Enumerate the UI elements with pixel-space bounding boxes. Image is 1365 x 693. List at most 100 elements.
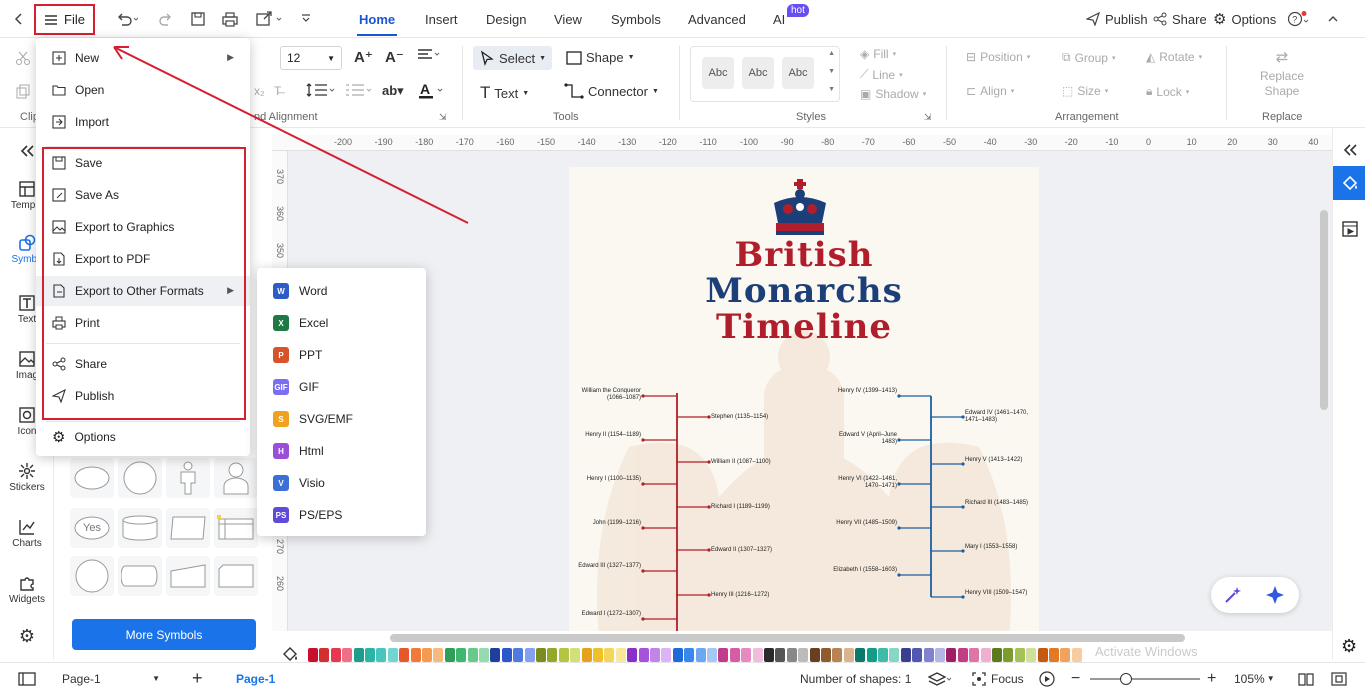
styles-dialog-launcher-icon[interactable]: ⇲ xyxy=(924,112,932,123)
color-swatch[interactable] xyxy=(718,648,729,662)
color-swatch[interactable] xyxy=(866,648,877,662)
color-swatch[interactable] xyxy=(1003,648,1014,662)
color-swatch[interactable] xyxy=(809,648,820,662)
scroll-down-icon[interactable]: ▼ xyxy=(828,68,835,75)
export-format-svg-emf[interactable]: S SVG/EMF xyxy=(257,404,426,434)
more-symbols-button[interactable]: More Symbols xyxy=(72,619,256,650)
color-swatch[interactable] xyxy=(444,648,455,662)
more-dropdown-icon[interactable] xyxy=(300,0,312,38)
share-button[interactable]: Share xyxy=(1153,0,1207,38)
color-swatch[interactable] xyxy=(1049,648,1059,662)
text-style-icon[interactable]: T̶ xyxy=(274,84,281,98)
book-view-icon[interactable] xyxy=(1298,663,1314,693)
color-swatch[interactable] xyxy=(342,648,353,662)
help-icon[interactable]: ? xyxy=(1287,0,1311,38)
color-swatch[interactable] xyxy=(1014,648,1025,662)
color-swatch[interactable] xyxy=(661,648,672,662)
add-page-icon[interactable]: + xyxy=(192,663,203,693)
copy-icon[interactable] xyxy=(15,84,31,100)
color-swatch[interactable] xyxy=(729,648,740,662)
decrease-font-icon[interactable]: A⁻ xyxy=(385,48,404,66)
list-icon[interactable] xyxy=(345,82,373,98)
drawing-canvas[interactable]: British Monarchs Timeline William the Co… xyxy=(288,151,1332,631)
color-swatch[interactable] xyxy=(650,648,660,662)
tab-advanced[interactable]: Advanced xyxy=(688,0,746,38)
shadow-button[interactable]: ▣ Shadow ▾ xyxy=(860,87,926,101)
horizontal-cylinder-shape[interactable] xyxy=(118,556,162,596)
color-swatch[interactable] xyxy=(433,648,444,662)
focus-button[interactable]: Focus xyxy=(972,663,1024,693)
position-button[interactable]: ⊟ Position ▾ xyxy=(966,50,1030,64)
color-swatch[interactable] xyxy=(752,648,763,662)
color-swatch[interactable] xyxy=(387,648,398,662)
circle-outline-shape[interactable] xyxy=(70,556,114,596)
magic-wand-icon[interactable] xyxy=(1223,585,1243,608)
select-tool-button[interactable]: Select ▼ xyxy=(473,46,553,70)
style-sample[interactable]: Abc xyxy=(782,57,814,89)
color-swatch[interactable] xyxy=(467,648,478,662)
cut-icon[interactable] xyxy=(15,50,31,66)
font-color-icon[interactable]: A xyxy=(418,82,446,100)
color-swatch[interactable] xyxy=(969,648,980,662)
color-swatch[interactable] xyxy=(410,648,421,662)
color-swatch[interactable] xyxy=(1037,648,1048,662)
fit-page-icon[interactable] xyxy=(1331,663,1347,693)
file-menu-item-new[interactable]: New ▶ xyxy=(36,43,250,73)
tab-ai[interactable]: AI xyxy=(773,0,785,38)
fill-button[interactable]: ◈ Fill ▾ xyxy=(860,47,896,61)
color-swatch[interactable] xyxy=(581,648,592,662)
size-button[interactable]: ⬚ Size ▾ xyxy=(1062,84,1108,98)
tab-home[interactable]: Home xyxy=(356,0,398,38)
color-swatch[interactable] xyxy=(604,648,615,662)
page-selector[interactable]: Page-1 ▼ xyxy=(56,663,166,693)
options-button[interactable]: ⚙ Options xyxy=(1213,0,1276,38)
decision-shape[interactable]: Yes xyxy=(70,508,114,548)
file-menu-item-options[interactable]: ⚙ Options xyxy=(36,422,250,452)
subscript-icon[interactable]: x₂ xyxy=(254,84,265,98)
color-swatch[interactable] xyxy=(353,648,364,662)
color-swatch[interactable] xyxy=(547,648,558,662)
line-button[interactable]: ⟋ Line ▾ xyxy=(860,67,903,82)
zoom-level-select[interactable]: 105% ▼ xyxy=(1234,663,1275,693)
export-format-gif[interactable]: GIF GIF xyxy=(257,372,426,402)
tab-view[interactable]: View xyxy=(554,0,582,38)
color-swatch[interactable] xyxy=(399,648,410,662)
color-swatch[interactable] xyxy=(798,648,809,662)
scroll-up-icon[interactable]: ▲ xyxy=(828,50,835,57)
export-format-excel[interactable]: X Excel xyxy=(257,308,426,338)
color-swatch[interactable] xyxy=(992,648,1002,662)
increase-font-icon[interactable]: A⁺ xyxy=(354,48,373,66)
page-layout-icon[interactable] xyxy=(18,663,36,693)
color-swatch[interactable] xyxy=(957,648,968,662)
color-swatch[interactable] xyxy=(456,648,467,662)
color-swatch[interactable] xyxy=(501,648,512,662)
print-toolbar-icon[interactable] xyxy=(221,0,239,38)
export-format-html[interactable]: H Html xyxy=(257,436,426,466)
color-swatch[interactable] xyxy=(479,648,489,662)
tab-design[interactable]: Design xyxy=(486,0,526,38)
text-tool-button[interactable]: T Text ▼ xyxy=(480,83,529,103)
group-button[interactable]: ⧉ Group ▾ xyxy=(1062,50,1115,65)
color-swatch[interactable] xyxy=(1071,648,1082,662)
color-swatch[interactable] xyxy=(821,648,831,662)
text-case-icon[interactable]: ab▾ xyxy=(382,83,404,99)
color-swatch[interactable] xyxy=(558,648,569,662)
lock-button[interactable]: 🔒︎ Lock ▾ xyxy=(1146,84,1189,99)
export-format-visio[interactable]: V Visio xyxy=(257,468,426,498)
zoom-in-icon[interactable]: + xyxy=(1207,663,1216,693)
slideshow-icon[interactable] xyxy=(1341,220,1359,241)
redo-icon[interactable] xyxy=(159,0,173,38)
color-swatch[interactable] xyxy=(308,648,318,662)
style-sample[interactable]: Abc xyxy=(742,57,774,89)
layers-icon[interactable] xyxy=(928,663,952,693)
color-swatch[interactable] xyxy=(638,648,649,662)
color-swatch[interactable] xyxy=(912,648,923,662)
color-swatch[interactable] xyxy=(1026,648,1037,662)
color-swatch[interactable] xyxy=(615,648,626,662)
cylinder-shape[interactable] xyxy=(118,508,162,548)
replace-shape-button[interactable]: ⇄ Replace Shape xyxy=(1255,48,1309,99)
line-spacing-icon[interactable] xyxy=(306,82,336,98)
color-swatch[interactable] xyxy=(330,648,341,662)
color-swatch[interactable] xyxy=(923,648,934,662)
color-swatch[interactable] xyxy=(843,648,854,662)
